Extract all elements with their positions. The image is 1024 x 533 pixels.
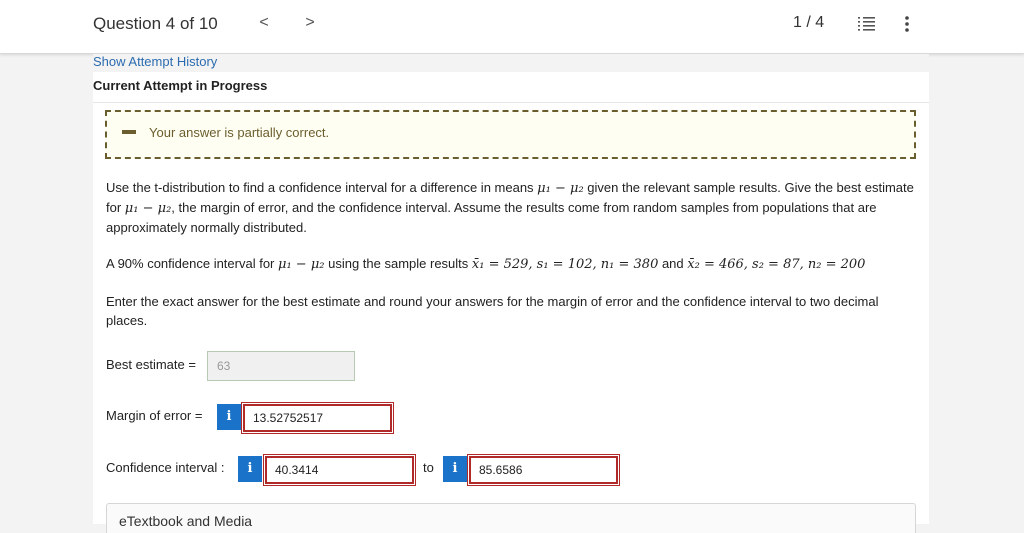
ci-lower-input[interactable]: 40.3414 bbox=[263, 454, 416, 486]
rounding-note: Enter the exact answer for the best esti… bbox=[106, 294, 879, 328]
instructions-text-1: Use the t-distribution to find a confide… bbox=[106, 180, 538, 195]
question-content: Show Attempt History Current Attempt in … bbox=[93, 54, 929, 533]
mu-difference-expr: μ₁ − μ₂ bbox=[124, 201, 172, 216]
attempt-history-bar: Show Attempt History bbox=[93, 54, 929, 72]
show-attempt-history-link[interactable]: Show Attempt History bbox=[93, 54, 217, 69]
ci-to-label: to bbox=[423, 460, 434, 475]
next-question-button[interactable]: > bbox=[300, 14, 320, 32]
ci-lower-info-icon[interactable]: i bbox=[238, 456, 262, 482]
margin-of-error-input[interactable]: 13.52752517 bbox=[241, 402, 394, 434]
instructions-text-3: , the margin of error, and the confidenc… bbox=[106, 200, 877, 235]
etextbook-media-label: eTextbook and Media bbox=[119, 513, 253, 529]
mu-difference-expr: μ₁ − μ₂ bbox=[278, 257, 325, 272]
question-setup: A 90% confidence interval for μ₁ − μ₂ us… bbox=[106, 254, 916, 274]
feedback-banner: Your answer is partially correct. bbox=[105, 110, 916, 159]
sample-2-values: x̄₂ = 466, s₂ = 87, n₂ = 200 bbox=[687, 257, 866, 272]
question-instructions: Use the t-distribution to find a confide… bbox=[106, 178, 916, 237]
top-bar: Question 4 of 10 < > 1 / 4 bbox=[0, 0, 1024, 54]
setup-text: A 90% confidence interval for bbox=[106, 256, 278, 271]
part-pager: 1 / 4 bbox=[793, 14, 825, 31]
etextbook-media-panel[interactable]: eTextbook and Media bbox=[106, 503, 916, 533]
margin-info-icon[interactable]: i bbox=[217, 404, 241, 430]
previous-question-button[interactable]: < bbox=[254, 14, 274, 32]
ci-upper-input[interactable]: 85.6586 bbox=[467, 454, 620, 486]
mu-difference-expr: μ₁ − μ₂ bbox=[537, 181, 584, 196]
more-options-icon[interactable] bbox=[900, 14, 914, 34]
current-attempt-label: Current Attempt in Progress bbox=[93, 78, 268, 93]
numbered-list-icon[interactable] bbox=[857, 16, 875, 32]
divider bbox=[93, 102, 929, 103]
question-title: Question 4 of 10 bbox=[93, 14, 218, 33]
setup-text: and bbox=[658, 256, 688, 271]
setup-text: using the sample results bbox=[324, 256, 472, 271]
partial-correct-icon bbox=[122, 130, 136, 134]
feedback-message: Your answer is partially correct. bbox=[149, 125, 330, 140]
sample-1-values: x̄₁ = 529, s₁ = 102, n₁ = 380 bbox=[471, 257, 659, 272]
ci-upper-info-icon[interactable]: i bbox=[443, 456, 467, 482]
confidence-interval-label: Confidence interval : bbox=[106, 460, 225, 475]
best-estimate-label: Best estimate = bbox=[106, 357, 196, 372]
margin-of-error-label: Margin of error = bbox=[106, 408, 203, 423]
best-estimate-input[interactable]: 63 bbox=[207, 351, 355, 381]
